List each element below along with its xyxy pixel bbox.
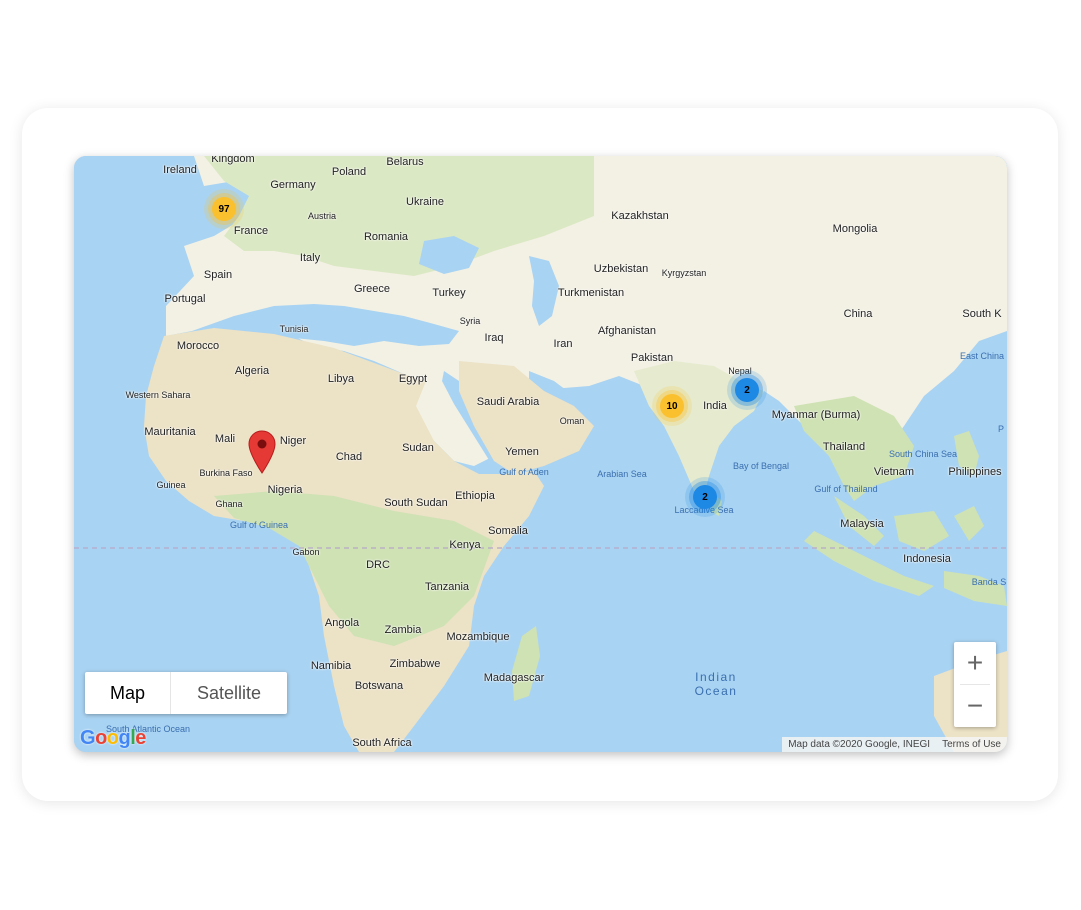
marker-cluster[interactable]: 2 <box>727 370 767 410</box>
country-label: Zimbabwe <box>389 658 441 670</box>
cluster-count: 97 <box>218 203 230 215</box>
country-label: Pakistan <box>630 352 674 364</box>
country-label: Indonesia <box>903 553 951 565</box>
country-label: South Africa <box>352 737 412 749</box>
country-label: Myanmar (Burma) <box>771 409 861 421</box>
map-data-credit: Map data ©2020 Google, INEGI <box>788 739 931 750</box>
sea-label: Arabian Sea <box>597 469 647 479</box>
country-label: Gabon <box>292 547 320 557</box>
country-label: Syria <box>459 316 481 326</box>
cluster-count: 2 <box>702 491 708 503</box>
country-label: Oman <box>559 416 585 426</box>
country-label: Iran <box>553 338 573 350</box>
country-label: Somalia <box>488 525 528 537</box>
country-label: Ethiopia <box>455 490 495 502</box>
cluster-count: 10 <box>666 400 678 412</box>
country-label: Ghana <box>215 499 243 509</box>
zoom-in-button[interactable]: + <box>954 642 996 684</box>
country-label: Egypt <box>398 373 428 385</box>
country-label: Namibia <box>310 660 352 672</box>
country-label: Kyrgyzstan <box>661 268 707 278</box>
country-label: Poland <box>331 166 367 178</box>
map-attribution: Map data ©2020 Google, INEGI Terms of Us… <box>782 737 1007 752</box>
country-label: Kingdom <box>211 156 255 165</box>
cluster-count: 2 <box>744 384 750 396</box>
country-label: Malaysia <box>840 518 884 530</box>
country-label: Angola <box>324 617 360 629</box>
country-label: South Sudan <box>384 497 448 509</box>
country-label: Greece <box>353 283 391 295</box>
country-label: Kazakhstan <box>611 210 669 222</box>
sea-label: Gulf of Thailand <box>814 484 878 494</box>
sea-label: Banda S <box>971 577 1007 587</box>
country-label: Kenya <box>449 539 481 551</box>
sea-label: South China Sea <box>888 449 958 459</box>
country-label: Burkina Faso <box>199 468 253 478</box>
sea-label: Gulf of Aden <box>499 467 549 477</box>
country-label: Spain <box>203 269 233 281</box>
sea-label: P <box>997 424 1005 434</box>
country-label: Yemen <box>505 446 539 458</box>
country-label: Guinea <box>156 480 186 490</box>
country-label: Austria <box>307 211 337 221</box>
country-label: Tanzania <box>424 581 470 593</box>
country-label: Western Sahara <box>125 390 191 400</box>
sea-label: East China <box>959 351 1005 361</box>
country-label: Ireland <box>163 164 197 176</box>
marker-cluster[interactable]: 2 <box>685 477 725 517</box>
country-label: Uzbekistan <box>593 263 649 275</box>
zoom-control: + − <box>954 642 996 727</box>
country-label: Niger <box>279 435 307 447</box>
country-label: Saudi Arabia <box>476 396 540 408</box>
map-base <box>74 156 1007 752</box>
marker-cluster[interactable]: 97 <box>204 189 244 229</box>
country-label: Turkmenistan <box>557 287 625 299</box>
country-label: Sudan <box>402 442 434 454</box>
country-label: Belarus <box>386 156 424 168</box>
country-label: Mozambique <box>446 631 510 643</box>
country-label: Mongolia <box>832 223 878 235</box>
country-label: Thailand <box>822 441 866 453</box>
country-label: China <box>843 308 873 320</box>
country-label: Vietnam <box>873 466 915 478</box>
country-label: Portugal <box>164 293 206 305</box>
country-label: Afghanistan <box>597 325 657 337</box>
google-logo[interactable]: Google <box>80 727 146 750</box>
indian-ocean-label: Indian Ocean <box>694 670 738 698</box>
country-label: Turkey <box>432 287 466 299</box>
country-label: Madagascar <box>483 672 545 684</box>
country-label: Chad <box>335 451 363 463</box>
terms-of-use-link[interactable]: Terms of Use <box>942 739 1001 750</box>
map-type-control: Map Satellite <box>85 672 287 714</box>
marker-cluster[interactable]: 10 <box>652 386 692 426</box>
country-label: Germany <box>270 179 316 191</box>
country-label: Ukraine <box>406 196 444 208</box>
country-label: Nigeria <box>267 484 303 496</box>
country-label: Mauritania <box>144 426 196 438</box>
country-label: Mali <box>214 433 236 445</box>
country-label: India <box>703 400 727 412</box>
location-pin-icon[interactable] <box>248 430 276 474</box>
country-label: Libya <box>327 373 355 385</box>
country-label: Philippines <box>948 466 1002 478</box>
country-label: Iraq <box>484 332 504 344</box>
country-label: Botswana <box>354 680 404 692</box>
sea-label: Bay of Bengal <box>732 461 790 471</box>
country-label: Italy <box>299 252 321 264</box>
sea-label: Gulf of Guinea <box>229 520 289 530</box>
zoom-out-button[interactable]: − <box>954 685 996 727</box>
country-label: France <box>233 225 269 237</box>
country-label: Morocco <box>176 340 220 352</box>
country-label: Romania <box>363 231 409 243</box>
country-label: South K <box>962 308 1002 320</box>
country-label: Tunisia <box>279 324 309 334</box>
country-label: Zambia <box>384 624 422 636</box>
country-label: DRC <box>366 559 390 571</box>
map-type-map-button[interactable]: Map <box>85 672 170 714</box>
country-label: Algeria <box>234 365 270 377</box>
map-type-satellite-button[interactable]: Satellite <box>170 672 287 714</box>
map-view[interactable]: Ireland Kingdom Belarus Poland Germany Ukrain… <box>74 156 1007 752</box>
